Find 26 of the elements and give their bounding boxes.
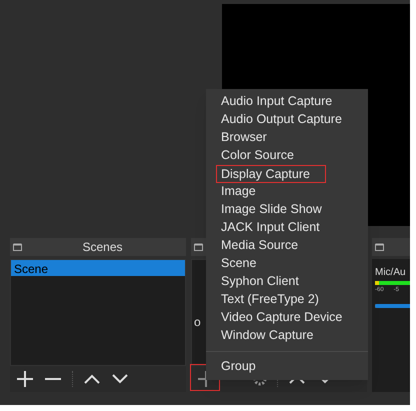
menu-item[interactable]: Audio Input Capture xyxy=(216,93,368,111)
menu-item[interactable]: Image Slide Show xyxy=(216,201,368,219)
scene-item[interactable]: Scene xyxy=(11,260,185,276)
menu-item[interactable]: Text (FreeType 2) xyxy=(216,291,368,309)
menu-item[interactable]: Display Capture xyxy=(216,165,326,183)
dock-icon[interactable] xyxy=(13,243,22,251)
menu-item[interactable]: Video Capture Device xyxy=(216,309,368,327)
menu-item[interactable]: Media Source xyxy=(216,237,368,255)
menu-item[interactable]: Audio Output Capture xyxy=(216,111,368,129)
menu-item[interactable]: Browser xyxy=(216,129,368,147)
menu-item[interactable]: Group xyxy=(216,358,368,376)
menu-item[interactable]: Color Source xyxy=(216,147,368,165)
menu-item[interactable]: JACK Input Client xyxy=(216,219,368,237)
menu-item[interactable]: Image xyxy=(216,183,368,201)
dock-icon[interactable] xyxy=(375,243,384,251)
dock-icon[interactable] xyxy=(194,243,203,251)
volume-slider[interactable] xyxy=(375,304,410,308)
source-label: o xyxy=(194,315,201,329)
menu-item[interactable]: Scene xyxy=(216,255,368,273)
add-icon[interactable] xyxy=(16,370,34,388)
remove-icon[interactable] xyxy=(44,377,62,381)
menu-item[interactable]: Syphon Client xyxy=(216,273,368,291)
panel-title: Scenes xyxy=(81,239,124,256)
mixer-channel-name: Mic/Au xyxy=(375,266,407,280)
volume-meter xyxy=(375,281,410,285)
menu-item[interactable]: Window Capture xyxy=(216,327,368,345)
